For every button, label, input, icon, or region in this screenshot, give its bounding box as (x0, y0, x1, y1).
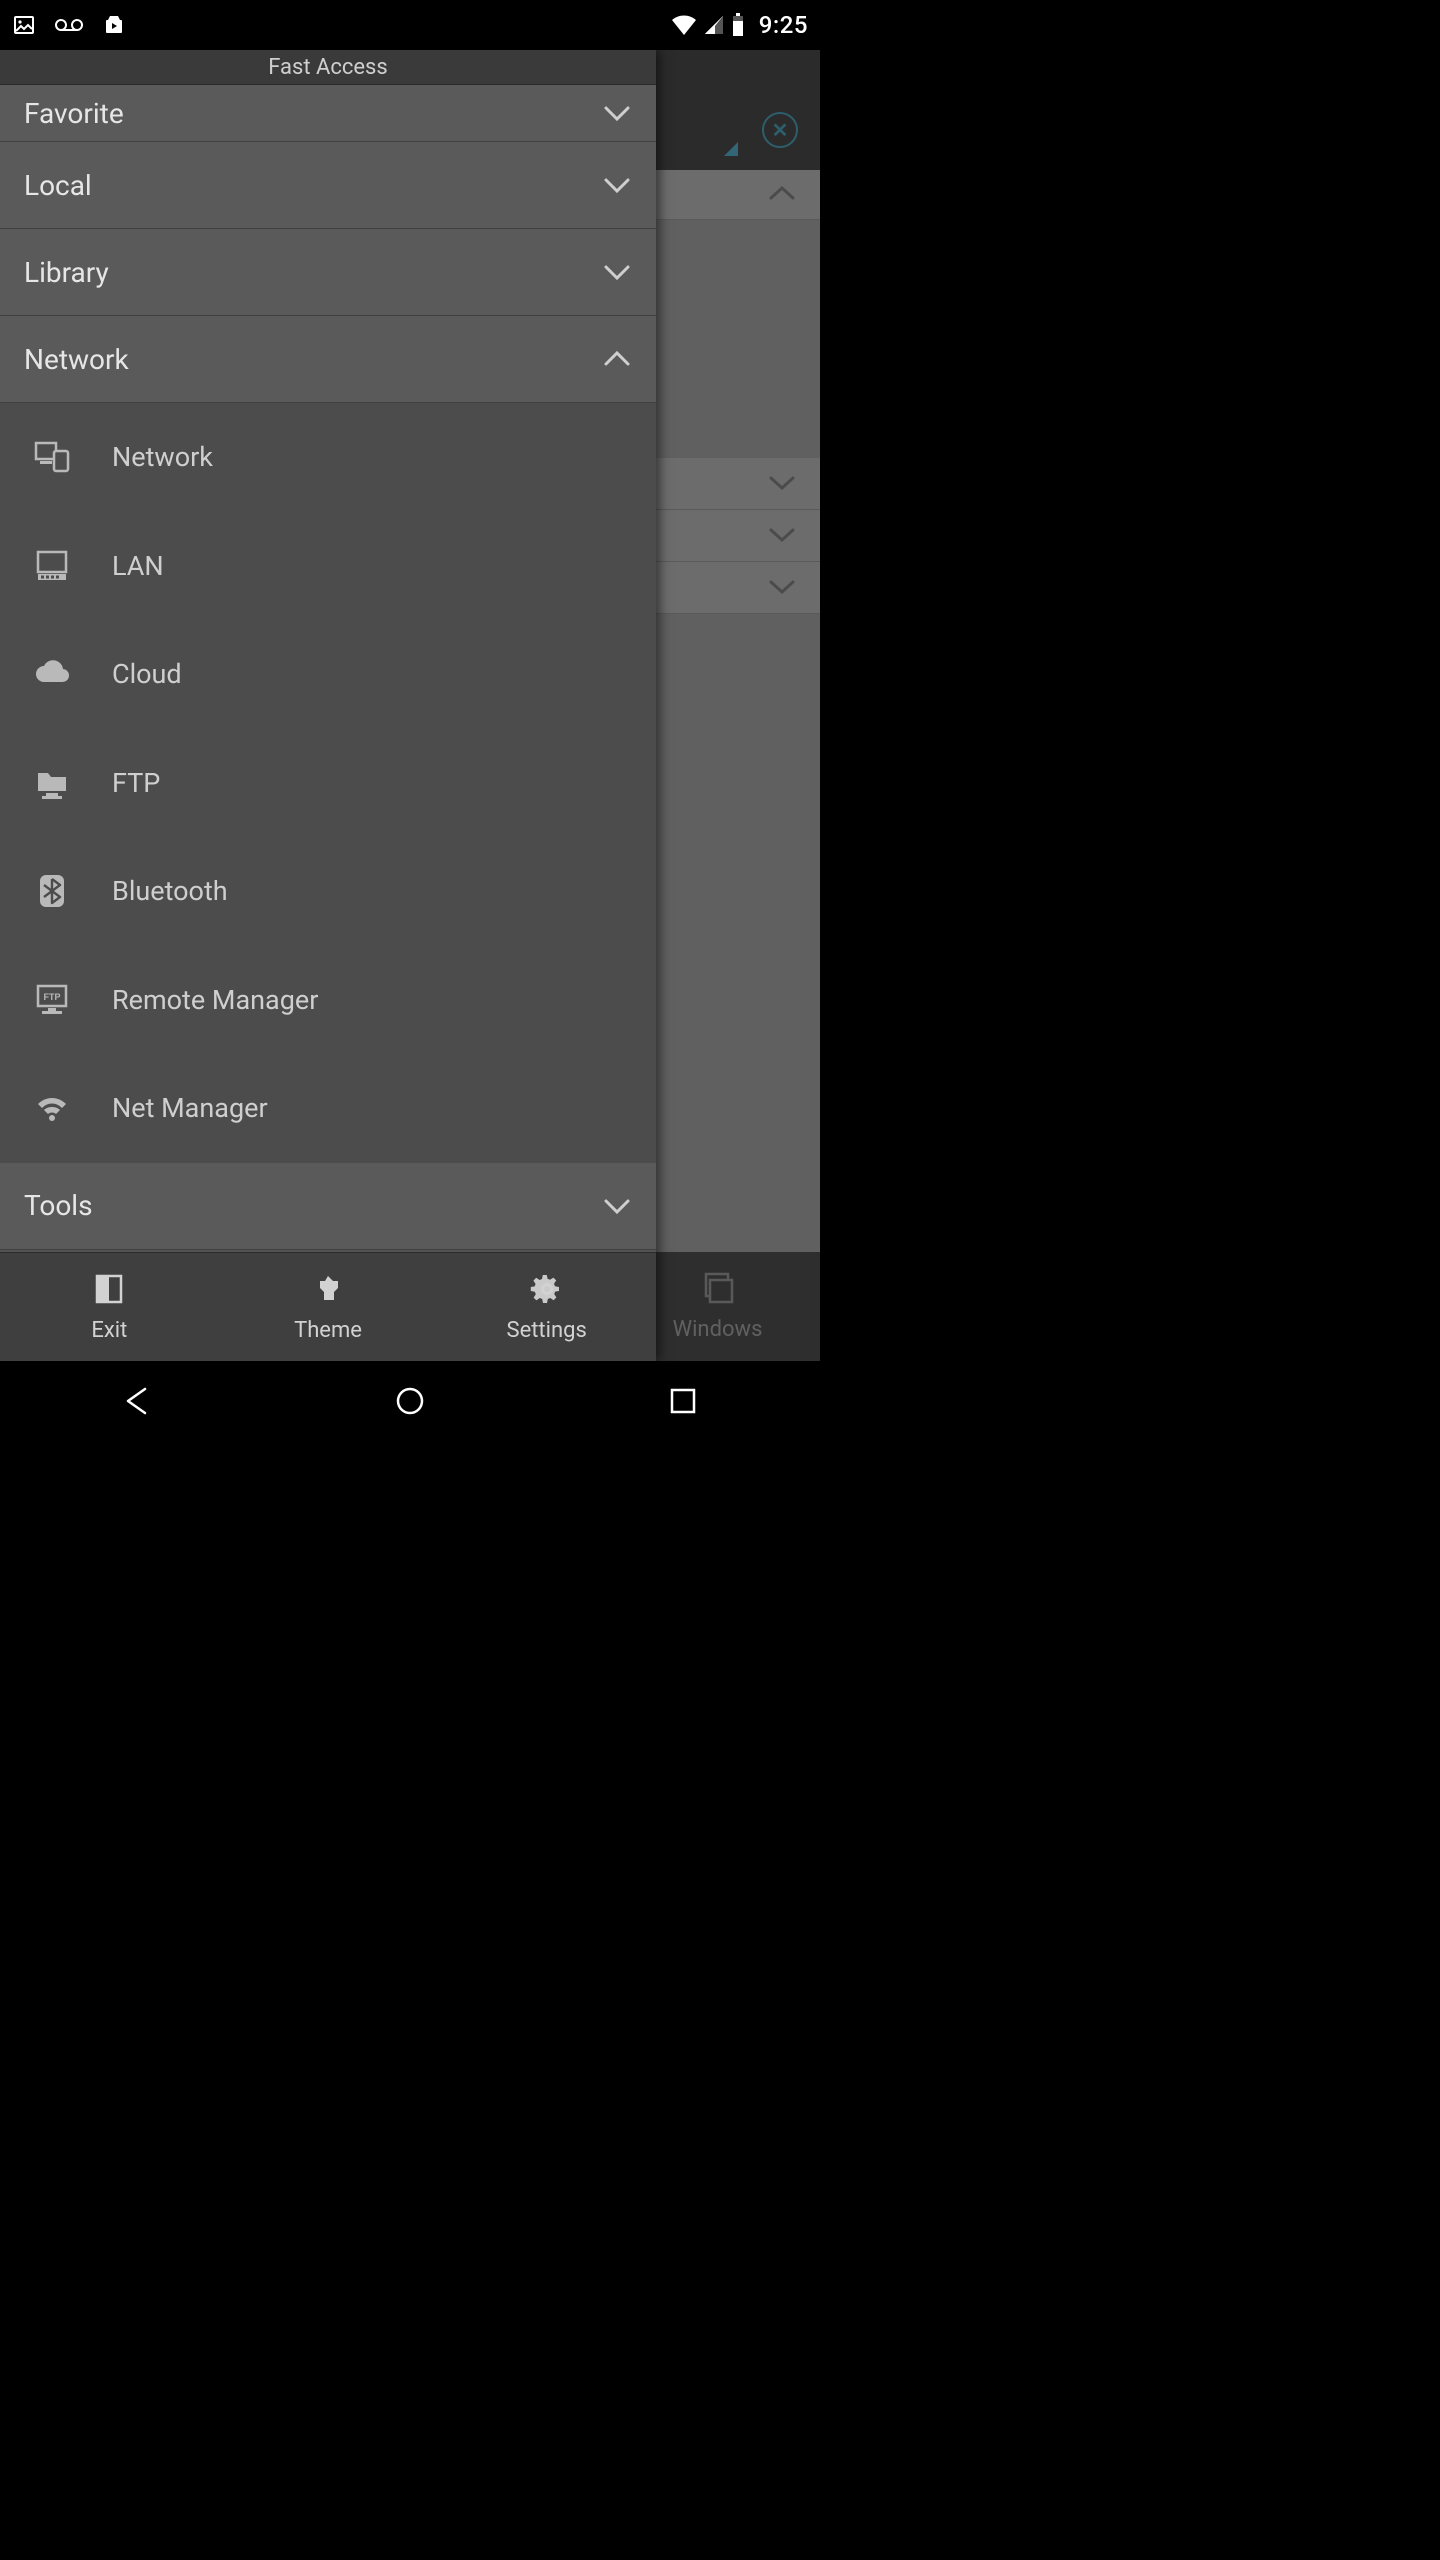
drawer-footer: Exit Theme Settings (0, 1252, 656, 1361)
home-button[interactable] (390, 1381, 430, 1421)
drawer-title: Fast Access (0, 50, 656, 85)
network-sublist: Network LAN Cloud FTP (0, 403, 656, 1163)
item-label: Remote Manager (112, 984, 318, 1016)
item-label: FTP (112, 767, 160, 799)
chevron-down-icon (768, 474, 796, 492)
chevron-up-icon (768, 184, 796, 202)
chevron-down-icon (602, 1196, 632, 1216)
section-label: Favorite (24, 97, 124, 130)
voicemail-icon (54, 13, 84, 37)
settings-label: Settings (507, 1318, 587, 1343)
item-label: Net Manager (112, 1092, 268, 1124)
image-icon (12, 13, 36, 37)
section-local[interactable]: Local (0, 142, 656, 229)
network-item-cloud[interactable]: Cloud (0, 620, 656, 729)
section-label: Local (24, 169, 92, 202)
status-left-icons (12, 13, 126, 37)
item-label: LAN (112, 550, 164, 582)
chevron-down-icon (602, 175, 632, 195)
battery-icon (731, 13, 745, 37)
chevron-down-icon (768, 526, 796, 544)
status-right-icons: 9:25 (671, 11, 808, 39)
section-favorite[interactable]: Favorite (0, 85, 656, 142)
bluetooth-icon (30, 871, 74, 911)
section-library[interactable]: Library (0, 229, 656, 316)
windows-icon (701, 1271, 735, 1311)
settings-button[interactable]: Settings (437, 1253, 656, 1361)
network-item-bluetooth[interactable]: Bluetooth (0, 837, 656, 946)
chevron-down-icon (602, 262, 632, 282)
close-icon[interactable]: ✕ (762, 112, 798, 148)
wifi-gear-icon (30, 1088, 74, 1128)
theme-button[interactable]: Theme (219, 1253, 438, 1361)
section-tools[interactable]: Tools (0, 1163, 656, 1250)
network-item-ftp[interactable]: FTP (0, 729, 656, 838)
network-item-lan[interactable]: LAN (0, 512, 656, 621)
fast-access-drawer: Fast Access Favorite Local Library Netwo… (0, 50, 656, 1361)
network-item-remote-manager[interactable]: FTP Remote Manager (0, 946, 656, 1055)
devices-icon (30, 437, 74, 477)
play-store-icon (102, 13, 126, 37)
item-label: Network (112, 441, 213, 473)
network-item-network[interactable]: Network (0, 403, 656, 512)
exit-icon (92, 1272, 126, 1312)
back-button[interactable] (117, 1381, 157, 1421)
chevron-down-icon (602, 103, 632, 123)
gear-icon (530, 1272, 564, 1312)
network-item-net-manager[interactable]: Net Manager (0, 1054, 656, 1163)
section-label: Network (24, 343, 129, 376)
section-network[interactable]: Network (0, 316, 656, 403)
recents-button[interactable] (663, 1381, 703, 1421)
exit-label: Exit (91, 1318, 127, 1343)
wifi-icon (671, 14, 697, 36)
windows-label: Windows (673, 1317, 763, 1342)
theme-icon (311, 1272, 345, 1312)
section-label: Tools (24, 1189, 93, 1222)
app-stage: ✕ Windows (0, 50, 820, 1361)
svg-text:FTP: FTP (44, 992, 61, 1002)
item-label: Bluetooth (112, 875, 228, 907)
ftp-monitor-icon: FTP (30, 980, 74, 1020)
system-nav-bar (0, 1361, 820, 1440)
chevron-up-icon (602, 349, 632, 369)
status-time: 9:25 (759, 11, 808, 39)
exit-button[interactable]: Exit (0, 1253, 219, 1361)
cloud-icon (30, 654, 74, 694)
signal-icon (703, 14, 725, 36)
background-tab-indicator (724, 142, 738, 156)
section-label: Library (24, 256, 109, 289)
chevron-down-icon (768, 578, 796, 596)
folder-server-icon (30, 763, 74, 803)
computer-icon (30, 546, 74, 586)
item-label: Cloud (112, 658, 182, 690)
theme-label: Theme (294, 1318, 362, 1343)
status-bar: 9:25 (0, 0, 820, 50)
